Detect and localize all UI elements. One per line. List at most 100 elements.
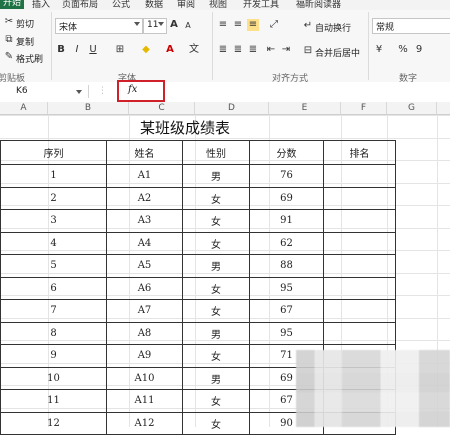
tab-view[interactable]: 视图 xyxy=(209,0,227,10)
table-cell[interactable]: A11 xyxy=(106,389,183,413)
header-cell[interactable]: 分数 xyxy=(249,140,324,165)
copy-button[interactable]: 复制 xyxy=(16,35,34,48)
font-size-select[interactable]: 11 xyxy=(143,18,167,34)
name-box-dropdown-icon[interactable] xyxy=(76,90,82,94)
table-cell[interactable]: 69 xyxy=(249,186,324,210)
align-middle-icon[interactable]: ≡ xyxy=(232,19,244,31)
font-color-icon[interactable]: A xyxy=(164,44,176,56)
border-icon[interactable]: ⊞ xyxy=(114,44,126,56)
table-cell[interactable]: 12 xyxy=(0,411,107,435)
table-cell[interactable]: 女 xyxy=(182,209,250,233)
column-header-f[interactable]: F xyxy=(341,102,387,114)
table-cell[interactable]: 10 xyxy=(0,366,107,390)
table-cell[interactable]: 6 xyxy=(0,276,107,300)
wrap-text-button[interactable]: 自动换行 xyxy=(315,21,351,34)
header-cell[interactable]: 排名 xyxy=(323,140,396,165)
table-cell[interactable]: 4 xyxy=(0,231,107,255)
table-cell[interactable]: 9 xyxy=(0,344,107,368)
tab-home[interactable]: 开始 xyxy=(0,0,25,9)
header-cell[interactable]: 姓名 xyxy=(106,140,183,165)
table-cell[interactable]: 女 xyxy=(182,276,250,300)
table-cell[interactable]: A3 xyxy=(106,209,183,233)
column-header-d[interactable]: D xyxy=(195,102,269,114)
table-cell[interactable]: 95 xyxy=(249,321,324,345)
align-right-icon[interactable]: ≣ xyxy=(247,44,259,56)
align-bottom-icon[interactable]: ≡ xyxy=(247,19,259,31)
table-cell[interactable]: 男 xyxy=(182,164,250,188)
table-cell[interactable] xyxy=(323,299,396,323)
tab-data[interactable]: 数据 xyxy=(145,0,163,10)
table-cell[interactable] xyxy=(323,231,396,255)
name-box[interactable]: K6 xyxy=(0,85,89,98)
table-cell[interactable]: 67 xyxy=(249,299,324,323)
table-cell[interactable]: A2 xyxy=(106,186,183,210)
underline-button[interactable]: U xyxy=(87,44,99,56)
table-cell[interactable]: 95 xyxy=(249,276,324,300)
table-cell[interactable]: 1 xyxy=(0,164,107,188)
table-cell[interactable]: 女 xyxy=(182,231,250,255)
percent-button[interactable]: % xyxy=(397,44,409,56)
table-cell[interactable] xyxy=(323,321,396,345)
align-left-icon[interactable]: ≣ xyxy=(217,44,229,56)
tab-developer[interactable]: 开发工具 xyxy=(243,0,279,10)
tab-foxit-reader[interactable]: 福昕阅读器 xyxy=(296,0,341,10)
column-header-g[interactable]: G xyxy=(387,102,437,114)
table-cell[interactable]: 2 xyxy=(0,186,107,210)
tab-page-layout[interactable]: 页面布局 xyxy=(62,0,98,10)
column-header-e[interactable]: E xyxy=(269,102,341,114)
table-cell[interactable] xyxy=(323,186,396,210)
table-cell[interactable]: A10 xyxy=(106,366,183,390)
cut-button[interactable]: 剪切 xyxy=(16,17,34,30)
tab-insert[interactable]: 插入 xyxy=(32,0,50,10)
table-cell[interactable]: 男 xyxy=(182,254,250,278)
table-cell[interactable]: A4 xyxy=(106,231,183,255)
number-format-select[interactable]: 常规 xyxy=(372,18,450,34)
header-cell[interactable]: 性别 xyxy=(182,140,250,165)
table-cell[interactable]: A12 xyxy=(106,411,183,435)
table-cell[interactable] xyxy=(323,254,396,278)
table-cell[interactable]: 8 xyxy=(0,321,107,345)
increase-font-icon[interactable]: A xyxy=(168,19,180,31)
bold-button[interactable]: B xyxy=(55,44,67,56)
table-cell[interactable]: 女 xyxy=(182,389,250,413)
fill-color-icon[interactable]: ◆ xyxy=(140,44,152,56)
font-name-select[interactable]: 宋体 xyxy=(55,18,143,34)
column-header-a[interactable]: A xyxy=(0,102,48,114)
decrease-indent-icon[interactable]: ⇤ xyxy=(265,44,277,56)
table-cell[interactable]: 女 xyxy=(182,344,250,368)
table-cell[interactable]: A9 xyxy=(106,344,183,368)
table-cell[interactable]: 3 xyxy=(0,209,107,233)
table-cell[interactable]: 女 xyxy=(182,299,250,323)
italic-button[interactable]: I xyxy=(71,44,83,56)
align-top-icon[interactable]: ≡ xyxy=(217,19,229,31)
table-cell[interactable]: A8 xyxy=(106,321,183,345)
tab-review[interactable]: 审阅 xyxy=(177,0,195,10)
table-cell[interactable] xyxy=(323,276,396,300)
column-header-b[interactable]: B xyxy=(48,102,129,114)
align-center-icon[interactable]: ≣ xyxy=(232,44,244,56)
currency-icon[interactable]: ¥ xyxy=(373,44,385,56)
table-cell[interactable]: A7 xyxy=(106,299,183,323)
formula-input[interactable] xyxy=(148,84,448,98)
table-cell[interactable]: 62 xyxy=(249,231,324,255)
table-cell[interactable] xyxy=(323,164,396,188)
table-cell[interactable]: 7 xyxy=(0,299,107,323)
table-cell[interactable]: 女 xyxy=(182,411,250,435)
table-cell[interactable]: 女 xyxy=(182,186,250,210)
table-cell[interactable]: A1 xyxy=(106,164,183,188)
table-cell[interactable]: A6 xyxy=(106,276,183,300)
table-cell[interactable]: 5 xyxy=(0,254,107,278)
column-header-c[interactable]: C xyxy=(129,102,195,114)
decrease-font-icon[interactable]: A xyxy=(182,20,194,32)
table-cell[interactable]: 88 xyxy=(249,254,324,278)
merge-center-button[interactable]: 合并后居中 xyxy=(315,46,360,59)
table-cell[interactable] xyxy=(323,209,396,233)
table-cell[interactable]: 男 xyxy=(182,321,250,345)
orientation-icon[interactable]: ⤢ xyxy=(268,19,280,31)
format-painter-button[interactable]: 格式刷 xyxy=(16,52,43,65)
table-cell[interactable]: 91 xyxy=(249,209,324,233)
comma-button[interactable]: 9 xyxy=(413,44,425,56)
table-cell[interactable]: 76 xyxy=(249,164,324,188)
increase-indent-icon[interactable]: ⇥ xyxy=(280,44,292,56)
table-cell[interactable]: A5 xyxy=(106,254,183,278)
